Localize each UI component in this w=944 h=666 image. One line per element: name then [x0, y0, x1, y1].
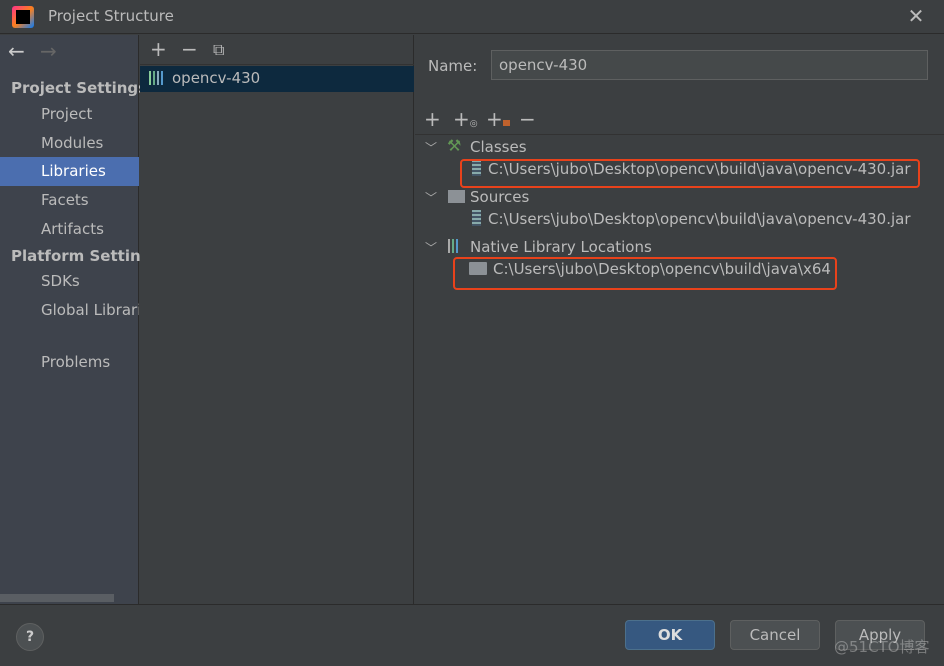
attach-jar-directory-icon[interactable]: + [486, 107, 510, 131]
jar-icon [472, 210, 481, 226]
name-label: Name: [428, 57, 478, 75]
sources-path: C:\Users\jubo\Desktop\opencv\build\java\… [488, 210, 911, 228]
native-library-icon [448, 239, 458, 253]
cancel-button[interactable]: Cancel [730, 620, 820, 650]
sidebar-item-modules[interactable]: Modules [0, 129, 139, 158]
library-list-panel: + − ⧉ opencv-430 [140, 35, 414, 604]
sidebar-item-project[interactable]: Project [0, 100, 139, 129]
dialog-footer: ? OK Cancel Apply [0, 604, 944, 666]
watermark: @51CTO博客 [834, 638, 930, 656]
library-icon [149, 71, 163, 85]
sidebar-scrollbar[interactable] [0, 594, 114, 602]
sidebar: ← → Project Settings Project Modules Lib… [0, 35, 160, 604]
close-icon[interactable]: ✕ [904, 4, 928, 28]
back-arrow-icon[interactable]: ← [8, 39, 25, 63]
add-icon[interactable]: + [150, 37, 167, 61]
title-bar: Project Structure ✕ [0, 0, 944, 34]
add-icon[interactable]: + [424, 107, 441, 131]
chevron-down-icon[interactable]: ﹀ [425, 239, 437, 256]
chevron-down-icon[interactable]: ﹀ [425, 139, 437, 156]
forward-arrow-icon[interactable]: → [40, 39, 57, 63]
remove-icon[interactable]: − [519, 107, 536, 131]
library-toolbar: + − ⧉ [140, 35, 414, 65]
highlight-box [460, 159, 920, 188]
hammer-icon: ⚒ [447, 136, 462, 155]
sources-path-row[interactable]: C:\Users\jubo\Desktop\opencv\build\java\… [472, 210, 911, 234]
section-project-settings: Project Settings [11, 79, 148, 97]
name-input[interactable] [491, 50, 928, 80]
help-button[interactable]: ? [16, 623, 44, 651]
copy-icon[interactable]: ⧉ [213, 40, 224, 60]
sidebar-item-artifacts[interactable]: Artifacts [0, 215, 139, 244]
classes-label: Classes [470, 138, 527, 156]
sidebar-item-facets[interactable]: Facets [0, 186, 139, 215]
highlight-box [453, 257, 837, 290]
native-label: Native Library Locations [470, 238, 652, 256]
sidebar-item-problems[interactable]: Problems [0, 348, 139, 377]
library-detail-panel: Name: + +◎ + − ﹀ ⚒ Classes C:\Users\jubo… [415, 35, 944, 604]
sidebar-item-sdks[interactable]: SDKs [0, 267, 139, 296]
sidebar-item-global-libraries[interactable]: Global Libraries [0, 296, 139, 325]
source-folder-icon [448, 190, 465, 203]
chevron-down-icon[interactable]: ﹀ [425, 189, 437, 206]
window-title: Project Structure [48, 7, 174, 25]
library-item[interactable]: opencv-430 [140, 66, 414, 92]
sidebar-item-libraries[interactable]: Libraries [0, 157, 139, 186]
sources-label: Sources [470, 188, 530, 206]
roots-toolbar: + +◎ + − [415, 105, 944, 135]
library-name: opencv-430 [172, 69, 261, 87]
intellij-logo-icon [12, 6, 34, 28]
remove-icon[interactable]: − [181, 37, 198, 61]
attach-url-icon[interactable]: +◎ [453, 107, 478, 131]
section-platform-settings: Platform Settings [11, 247, 161, 265]
ok-button[interactable]: OK [625, 620, 715, 650]
